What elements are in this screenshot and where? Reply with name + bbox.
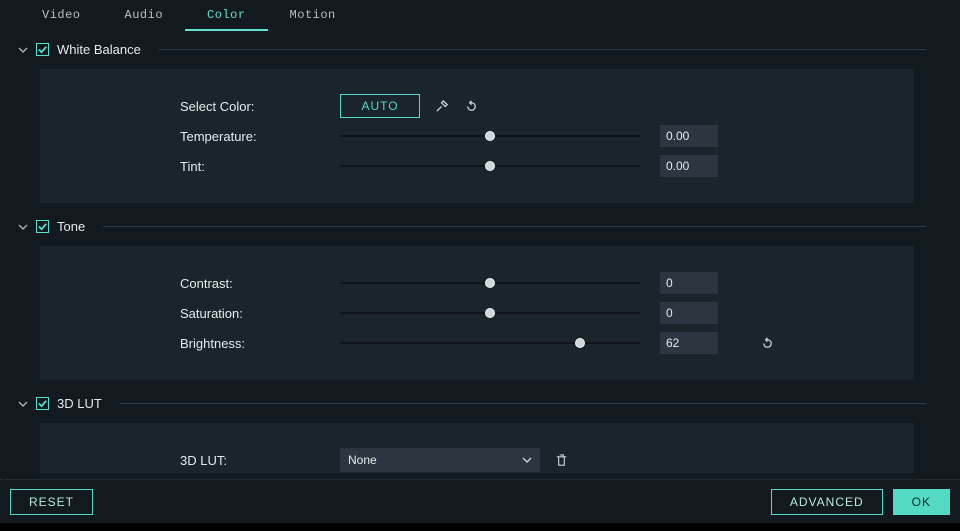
label-temperature: Temperature: [180,129,340,144]
slider-temperature[interactable] [340,129,640,143]
section-title: White Balance [57,42,141,57]
label-contrast: Contrast: [180,276,340,291]
checkbox-white-balance[interactable] [36,43,49,56]
eyedropper-icon[interactable] [432,97,450,115]
auto-button[interactable]: AUTO [340,94,420,118]
slider-thumb[interactable] [485,131,495,141]
advanced-button[interactable]: ADVANCED [771,489,883,515]
select-3dlut[interactable]: None [340,448,540,472]
chevron-down-icon [522,455,532,465]
checkbox-3dlut[interactable] [36,397,49,410]
divider [103,226,926,227]
tab-motion[interactable]: Motion [268,0,358,31]
chevron-down-icon[interactable] [18,399,28,409]
input-temperature[interactable] [660,125,718,147]
chevron-down-icon[interactable] [18,45,28,55]
trash-icon[interactable] [552,451,570,469]
slider-thumb[interactable] [485,308,495,318]
input-brightness[interactable] [660,332,718,354]
section-body-3dlut: 3D LUT: None [40,423,914,473]
section-header-3dlut: 3D LUT [0,386,944,419]
section-header-tone: Tone [0,209,944,242]
reset-icon[interactable] [462,97,480,115]
slider-contrast[interactable] [340,276,640,290]
reset-button[interactable]: RESET [10,489,93,515]
slider-thumb[interactable] [485,161,495,171]
select-value: None [348,453,377,467]
tab-color[interactable]: Color [185,0,268,31]
color-panel-scroll[interactable]: White Balance Select Color: AUTO Tempera… [0,32,948,473]
tab-bar: Video Audio Color Motion [0,0,960,32]
label-brightness: Brightness: [180,336,340,351]
bottom-strip [0,523,960,531]
slider-thumb[interactable] [485,278,495,288]
label-tint: Tint: [180,159,340,174]
tab-video[interactable]: Video [20,0,103,31]
input-contrast[interactable] [660,272,718,294]
section-body-white-balance: Select Color: AUTO Temperature: Tint: [40,69,914,203]
section-title: Tone [57,219,85,234]
label-saturation: Saturation: [180,306,340,321]
divider [120,403,926,404]
slider-tint[interactable] [340,159,640,173]
input-saturation[interactable] [660,302,718,324]
slider-saturation[interactable] [340,306,640,320]
section-title: 3D LUT [57,396,102,411]
divider [159,49,926,50]
chevron-down-icon[interactable] [18,222,28,232]
slider-brightness[interactable] [340,336,640,350]
label-select-color: Select Color: [180,99,340,114]
reset-icon[interactable] [758,334,776,352]
input-tint[interactable] [660,155,718,177]
section-header-white-balance: White Balance [0,32,944,65]
ok-button[interactable]: OK [893,489,950,515]
footer-bar: RESET ADVANCED OK [0,479,960,523]
label-3dlut: 3D LUT: [180,453,340,468]
tab-audio[interactable]: Audio [103,0,186,31]
slider-thumb[interactable] [575,338,585,348]
checkbox-tone[interactable] [36,220,49,233]
section-body-tone: Contrast: Saturation: Brightness: [40,246,914,380]
